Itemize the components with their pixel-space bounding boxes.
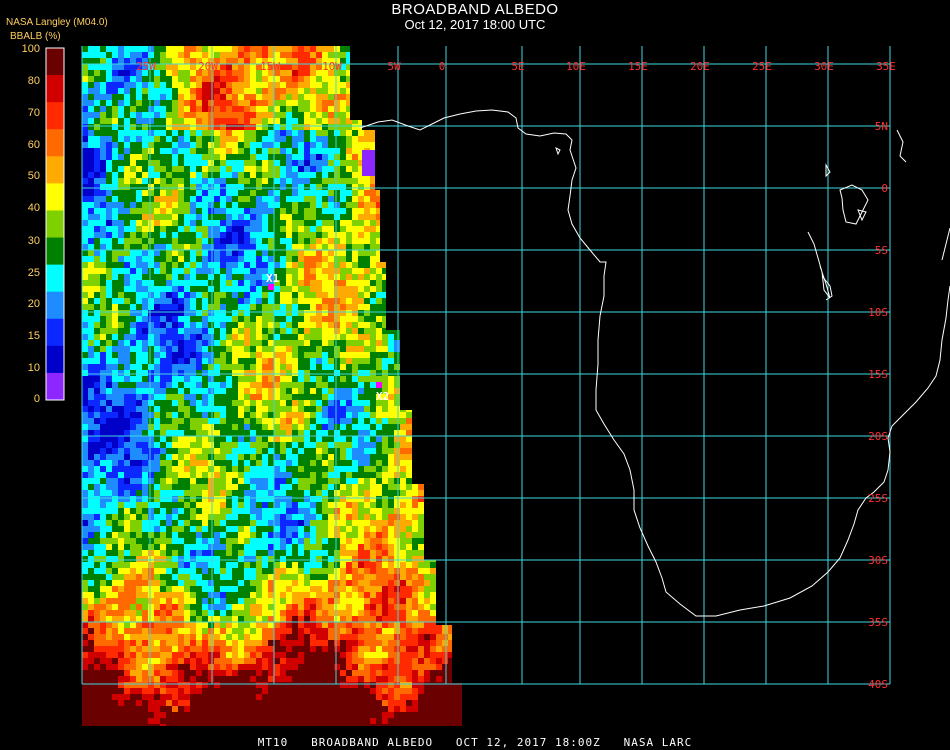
- legend-swatch: [46, 264, 64, 293]
- lon-label: 20E: [690, 60, 710, 73]
- lat-label: 15S: [868, 368, 888, 381]
- lat-label: 5N: [875, 120, 888, 133]
- legend-tick-label: 0: [34, 393, 40, 405]
- marker-2-square: [376, 382, 382, 388]
- legend-tick-label: 70: [28, 107, 40, 119]
- legend-tick-label: 15: [28, 330, 40, 342]
- legend-tick-label: 40: [28, 202, 40, 214]
- lon-label: 15E: [628, 60, 648, 73]
- lon-label: 5W: [387, 60, 401, 73]
- lat-label: 35S: [868, 616, 888, 629]
- legend-swatch: [46, 156, 64, 184]
- legend-swatch: [46, 102, 64, 130]
- legend-swatch: [46, 318, 64, 347]
- lon-label: 20W: [198, 60, 218, 73]
- lon-label: 30E: [814, 60, 834, 73]
- legend-swatch: [46, 237, 64, 266]
- legend-tick-label: 60: [28, 139, 40, 151]
- legend-swatch: [46, 372, 64, 401]
- latitude-labels: 5N 0 5S 10S 15S 20S 25S 30S 35S 40S: [868, 120, 888, 691]
- legend-swatch: [46, 129, 64, 157]
- lat-label: 5S: [875, 244, 888, 257]
- legend-tick-label: 25: [28, 267, 40, 279]
- source-label: NASA Langley (M04.0): [6, 17, 108, 28]
- footer-caption: MT10 BROADBAND ALBEDO OCT 12, 2017 18:00…: [257, 736, 693, 749]
- legend-swatch: [46, 75, 64, 103]
- lon-label: 25E: [752, 60, 772, 73]
- legend-tick-label: 20: [28, 298, 40, 310]
- marker-2-label: X2: [376, 390, 389, 403]
- lat-label: 10S: [868, 306, 888, 319]
- color-legend: 100807060504030252015100: [22, 43, 65, 405]
- legend-tick-label: 10: [28, 362, 40, 374]
- lat-label: 0: [881, 182, 888, 195]
- lon-label: 5E: [511, 60, 524, 73]
- legend-tick-label: 80: [28, 75, 40, 87]
- lat-label: 25S: [868, 492, 888, 505]
- lat-label: 30S: [868, 554, 888, 567]
- map-title: BROADBAND ALBEDO: [391, 1, 559, 18]
- legend-tick-label: 50: [28, 170, 40, 182]
- lat-label: 40S: [868, 678, 888, 691]
- lon-label: 10W: [322, 60, 342, 73]
- map-subtitle: Oct 12, 2017 18:00 UTC: [404, 17, 546, 32]
- legend-swatch: [46, 48, 64, 76]
- lon-label: 25W: [136, 60, 156, 73]
- legend-tick-label: 30: [28, 235, 40, 247]
- purple-patch: [362, 150, 375, 176]
- albedo-map: X1 X2 25W 20W 15W 10W 5W 0 5E 10E 15E 20E 25E 30E 35…: [81, 46, 950, 726]
- lon-label: 0: [439, 60, 446, 73]
- lon-label: 15W: [260, 60, 280, 73]
- lat-label: 20S: [868, 430, 888, 443]
- lon-label: 35E: [876, 60, 896, 73]
- marker-1-label: X1: [266, 272, 280, 285]
- africa-coastline: [359, 109, 950, 617]
- legend-tick-label: 100: [22, 43, 40, 55]
- legend-swatch: [46, 291, 64, 320]
- legend-swatch: [46, 345, 64, 374]
- legend-swatch: [46, 183, 64, 211]
- legend-swatch: [46, 210, 64, 239]
- lon-label: 10E: [566, 60, 586, 73]
